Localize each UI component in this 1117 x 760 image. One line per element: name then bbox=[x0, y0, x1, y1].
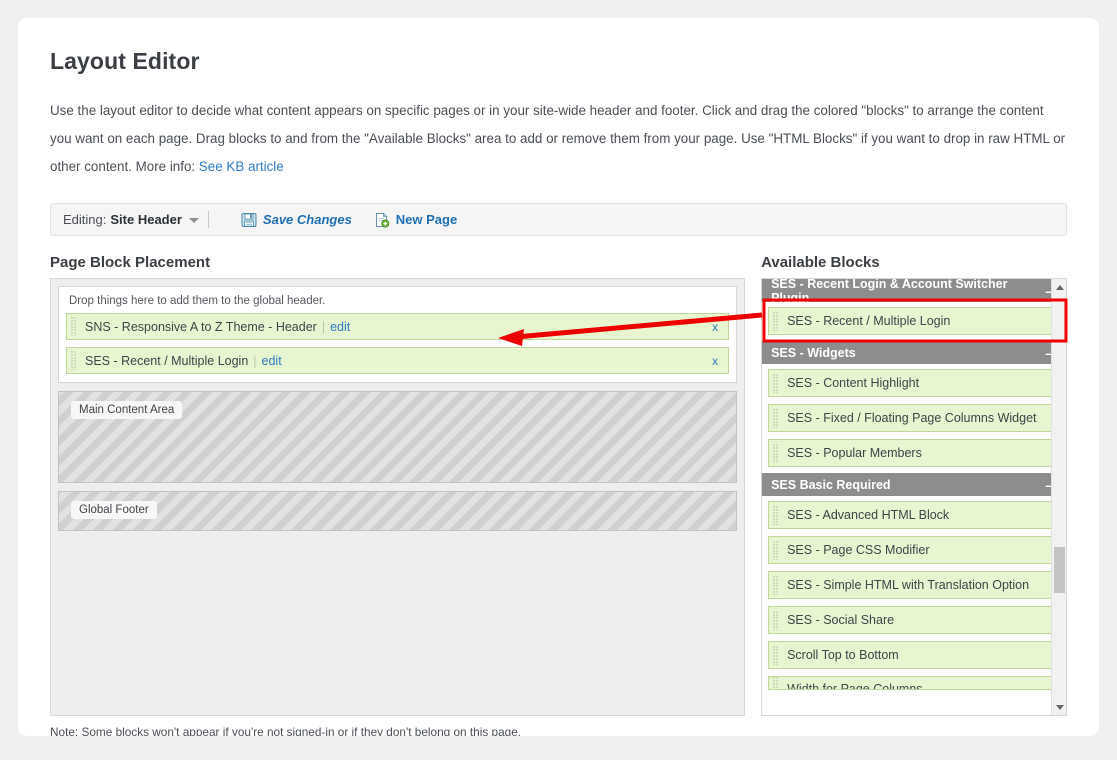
global-footer-label: Global Footer bbox=[71, 501, 157, 519]
category-header-basic-required[interactable]: SES Basic Required – bbox=[762, 473, 1063, 496]
drag-handle-icon[interactable] bbox=[773, 373, 779, 393]
dropzone-hint: Drop things here to add them to the glob… bbox=[69, 295, 326, 307]
page-inner: Layout Editor Use the layout editor to d… bbox=[18, 18, 1099, 736]
placed-block-row[interactable]: SNS - Responsive A to Z Theme - Header |… bbox=[66, 313, 730, 340]
drag-handle-icon[interactable] bbox=[773, 443, 779, 463]
editor-toolbar: Editing: Site Header Save Changes New Pa… bbox=[50, 203, 1067, 236]
available-block-label: Scroll Top to Bottom bbox=[787, 648, 899, 662]
new-page-button[interactable]: New Page bbox=[374, 212, 457, 228]
available-block-item[interactable]: Width for Page Columns bbox=[768, 676, 1057, 690]
available-blocks-column: Available Blocks SES - Recent Login & Ac… bbox=[761, 254, 1067, 736]
available-block-item[interactable]: SES - Social Share bbox=[768, 606, 1057, 634]
new-page-label: New Page bbox=[395, 212, 458, 227]
main-content-area-label: Main Content Area bbox=[71, 401, 183, 419]
available-block-label: SES - Content Highlight bbox=[787, 376, 920, 390]
new-page-document-icon bbox=[374, 212, 390, 228]
global-footer-placeholder: Global Footer bbox=[58, 491, 738, 531]
category-label: SES - Recent Login & Account Switcher Pl… bbox=[771, 278, 1008, 305]
available-block-item[interactable]: SES - Popular Members bbox=[768, 439, 1057, 467]
page-title: Layout Editor bbox=[50, 48, 200, 74]
category-header-widgets[interactable]: SES - Widgets – bbox=[762, 341, 1063, 364]
page-block-placement-heading: Page Block Placement bbox=[50, 254, 211, 271]
drag-handle-icon[interactable] bbox=[71, 317, 76, 336]
save-disk-icon bbox=[241, 212, 257, 228]
footer-note: Note: Some blocks won't appear if you're… bbox=[50, 725, 522, 736]
available-blocks-panel[interactable]: SES - Recent Login & Account Switcher Pl… bbox=[761, 278, 1067, 716]
available-block-label: SES - Page CSS Modifier bbox=[787, 543, 930, 557]
category-items-basic-required: SES - Advanced HTML Block SES - Page CSS… bbox=[762, 496, 1063, 696]
remove-block-icon[interactable]: x bbox=[712, 320, 718, 334]
available-block-label: SES - Social Share bbox=[787, 613, 895, 627]
available-block-label: SES - Advanced HTML Block bbox=[787, 508, 950, 522]
scrollbar-thumb[interactable] bbox=[1054, 547, 1065, 593]
available-block-item[interactable]: SES - Advanced HTML Block bbox=[768, 501, 1057, 529]
drag-handle-icon[interactable] bbox=[773, 677, 779, 689]
category-label: SES Basic Required bbox=[771, 477, 891, 492]
scroll-up-arrow-icon[interactable] bbox=[1052, 279, 1066, 295]
drag-handle-icon[interactable] bbox=[773, 610, 779, 630]
save-changes-button[interactable]: Save Changes bbox=[241, 212, 352, 228]
placed-block-label: SNS - Responsive A to Z Theme - Header bbox=[85, 319, 317, 334]
page-description: Use the layout editor to decide what con… bbox=[50, 97, 1067, 181]
available-blocks-scrollbar[interactable] bbox=[1051, 279, 1066, 715]
drag-handle-icon[interactable] bbox=[71, 351, 76, 370]
page-card: Layout Editor Use the layout editor to d… bbox=[18, 18, 1099, 736]
scroll-down-arrow-icon[interactable] bbox=[1052, 699, 1066, 715]
available-block-item[interactable]: SES - Simple HTML with Translation Optio… bbox=[768, 571, 1057, 599]
drag-handle-icon[interactable] bbox=[773, 540, 779, 560]
kb-article-link[interactable]: See KB article bbox=[199, 159, 284, 174]
editing-label: Editing: bbox=[63, 212, 107, 227]
placed-block-row[interactable]: SES - Recent / Multiple Login | edit x bbox=[66, 347, 730, 374]
drag-handle-icon[interactable] bbox=[773, 645, 779, 665]
placed-block-label: SES - Recent / Multiple Login bbox=[85, 353, 249, 368]
drag-handle-icon[interactable] bbox=[773, 311, 779, 331]
editing-target-value[interactable]: Site Header bbox=[110, 212, 182, 227]
block-label-separator: | bbox=[253, 353, 257, 368]
category-items-recent-login: SES - Recent / Multiple Login bbox=[762, 302, 1063, 341]
drag-handle-icon[interactable] bbox=[773, 505, 779, 525]
page-block-placement-column: Page Block Placement Drop things here to… bbox=[50, 254, 746, 736]
block-label-separator: | bbox=[321, 319, 326, 334]
available-block-label: SES - Simple HTML with Translation Optio… bbox=[787, 578, 1030, 592]
header-dropzone[interactable]: Drop things here to add them to the glob… bbox=[58, 286, 738, 383]
available-blocks-heading: Available Blocks bbox=[761, 254, 880, 271]
editor-columns: Page Block Placement Drop things here to… bbox=[50, 254, 1067, 736]
available-block-item[interactable]: SES - Fixed / Floating Page Columns Widg… bbox=[768, 404, 1057, 432]
available-block-item[interactable]: SES - Page CSS Modifier bbox=[768, 536, 1057, 564]
edit-block-link[interactable]: edit bbox=[330, 320, 350, 334]
available-block-item[interactable]: SES - Recent / Multiple Login bbox=[768, 307, 1057, 335]
available-block-label: SES - Recent / Multiple Login bbox=[787, 314, 951, 328]
category-label: SES - Widgets bbox=[771, 345, 856, 360]
page-canvas[interactable]: Drop things here to add them to the glob… bbox=[50, 278, 746, 716]
chevron-down-icon[interactable] bbox=[188, 218, 199, 223]
available-block-label: Width for Page Columns bbox=[787, 682, 923, 690]
category-header-recent-login[interactable]: SES - Recent Login & Account Switcher Pl… bbox=[762, 278, 1063, 305]
drag-handle-icon[interactable] bbox=[773, 575, 779, 595]
category-items-widgets: SES - Content Highlight SES - Fixed / Fl… bbox=[762, 364, 1063, 473]
edit-block-link[interactable]: edit bbox=[262, 354, 282, 368]
drag-handle-icon[interactable] bbox=[773, 408, 779, 428]
available-blocks-list: SES - Recent Login & Account Switcher Pl… bbox=[762, 278, 1063, 696]
main-content-area-placeholder: Main Content Area bbox=[58, 391, 738, 483]
available-block-item[interactable]: SES - Content Highlight bbox=[768, 369, 1057, 397]
available-block-label: SES - Popular Members bbox=[787, 446, 922, 460]
available-block-label: SES - Fixed / Floating Page Columns Widg… bbox=[787, 411, 1037, 425]
available-block-item[interactable]: Scroll Top to Bottom bbox=[768, 641, 1057, 669]
remove-block-icon[interactable]: x bbox=[712, 354, 718, 368]
toolbar-divider bbox=[207, 211, 209, 228]
save-changes-label: Save Changes bbox=[262, 212, 352, 227]
